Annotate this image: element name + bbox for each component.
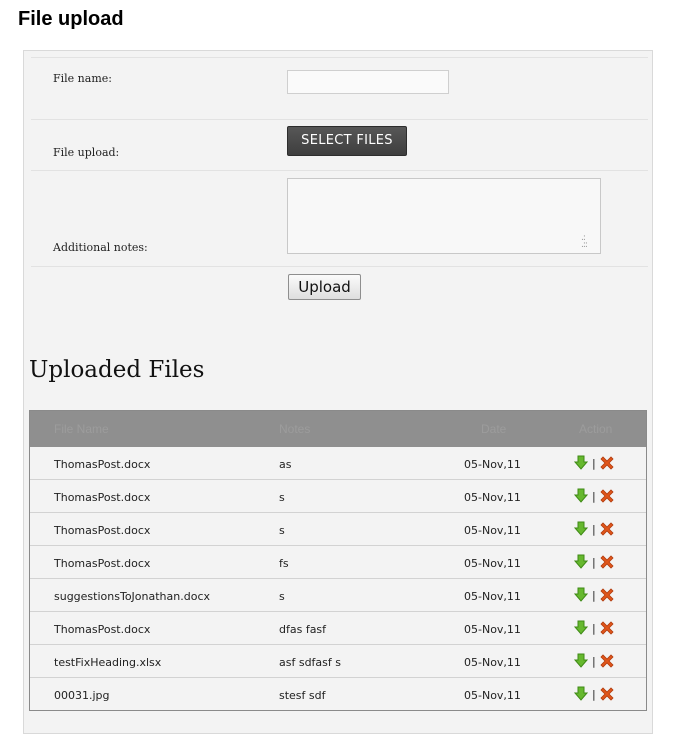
column-header-file-name[interactable]: File Name <box>54 422 109 436</box>
row-actions: | <box>574 520 615 538</box>
table-body: ThomasPost.docx as 05-Nov,11 | ThomasPos… <box>30 447 646 710</box>
column-header-notes[interactable]: Notes <box>279 422 310 436</box>
date-cell: 05-Nov,11 <box>464 623 521 636</box>
table-row: ThomasPost.docx dfas fasf 05-Nov,11 | <box>30 611 646 644</box>
notes-cell: dfas fasf <box>279 623 327 636</box>
file-name-label: File name: <box>53 72 112 85</box>
delete-x-icon[interactable] <box>599 455 615 471</box>
date-cell: 05-Nov,11 <box>464 557 521 570</box>
row-actions: | <box>574 652 615 670</box>
file-name-cell: suggestionsToJonathan.docx <box>54 590 210 603</box>
table-row: ThomasPost.docx s 05-Nov,11 | <box>30 512 646 545</box>
row-actions: | <box>574 619 615 637</box>
row-actions: | <box>574 553 615 571</box>
notes-cell: s <box>279 590 285 603</box>
date-cell: 05-Nov,11 <box>464 689 521 702</box>
file-upload-label: File upload: <box>53 146 120 159</box>
notes-label: Additional notes: <box>53 241 148 254</box>
download-arrow-icon[interactable] <box>574 620 588 636</box>
action-separator: | <box>592 687 596 701</box>
upload-row: Upload <box>31 266 648 327</box>
delete-x-icon[interactable] <box>599 686 615 702</box>
action-separator: | <box>592 456 596 470</box>
date-cell: 05-Nov,11 <box>464 656 521 669</box>
action-separator: | <box>592 489 596 503</box>
upload-panel: File name: File upload: SELECT FILES Add… <box>23 50 653 734</box>
select-files-button[interactable]: SELECT FILES <box>287 126 407 156</box>
notes-cell: s <box>279 491 285 504</box>
notes-cell: s <box>279 524 285 537</box>
date-cell: 05-Nov,11 <box>464 458 521 471</box>
row-actions: | <box>574 685 615 703</box>
notes-cell: stesf sdf <box>279 689 326 702</box>
notes-row: Additional notes: .:.:: <box>31 170 648 267</box>
download-arrow-icon[interactable] <box>574 521 588 537</box>
column-header-date[interactable]: Date <box>481 422 506 436</box>
action-separator: | <box>592 621 596 635</box>
action-separator: | <box>592 522 596 536</box>
delete-x-icon[interactable] <box>599 488 615 504</box>
download-arrow-icon[interactable] <box>574 455 588 471</box>
file-name-cell: ThomasPost.docx <box>54 557 151 570</box>
delete-x-icon[interactable] <box>599 521 615 537</box>
download-arrow-icon[interactable] <box>574 686 588 702</box>
notes-cell: fs <box>279 557 289 570</box>
action-separator: | <box>592 555 596 569</box>
file-name-cell: 00031.jpg <box>54 689 110 702</box>
action-separator: | <box>592 654 596 668</box>
date-cell: 05-Nov,11 <box>464 590 521 603</box>
file-name-row: File name: <box>31 57 648 120</box>
upload-button[interactable]: Upload <box>288 274 361 300</box>
uploaded-files-table: File Name Notes Date Action ThomasPost.d… <box>29 410 647 711</box>
row-actions: | <box>574 454 615 472</box>
delete-x-icon[interactable] <box>599 554 615 570</box>
file-name-cell: ThomasPost.docx <box>54 491 151 504</box>
download-arrow-icon[interactable] <box>574 587 588 603</box>
table-row: ThomasPost.docx as 05-Nov,11 | <box>30 447 646 479</box>
file-name-cell: ThomasPost.docx <box>54 623 151 636</box>
file-upload-row: File upload: SELECT FILES <box>31 119 648 171</box>
date-cell: 05-Nov,11 <box>464 524 521 537</box>
download-arrow-icon[interactable] <box>574 653 588 669</box>
table-row: suggestionsToJonathan.docx s 05-Nov,11 | <box>30 578 646 611</box>
delete-x-icon[interactable] <box>599 587 615 603</box>
column-header-action: Action <box>579 422 613 436</box>
file-name-cell: ThomasPost.docx <box>54 524 151 537</box>
table-row: ThomasPost.docx s 05-Nov,11 | <box>30 479 646 512</box>
file-name-cell: testFixHeading.xlsx <box>54 656 162 669</box>
file-name-cell: ThomasPost.docx <box>54 458 151 471</box>
table-row: 00031.jpg stesf sdf 05-Nov,11 | <box>30 677 646 710</box>
date-cell: 05-Nov,11 <box>464 491 521 504</box>
download-arrow-icon[interactable] <box>574 488 588 504</box>
uploaded-files-heading: Uploaded Files <box>29 357 205 383</box>
notes-cell: asf sdfasf s <box>279 656 341 669</box>
row-actions: | <box>574 487 615 505</box>
page-title: File upload <box>18 8 124 30</box>
delete-x-icon[interactable] <box>599 620 615 636</box>
notes-textarea[interactable] <box>287 178 601 254</box>
table-header: File Name Notes Date Action <box>30 411 646 447</box>
table-row: ThomasPost.docx fs 05-Nov,11 | <box>30 545 646 578</box>
action-separator: | <box>592 588 596 602</box>
delete-x-icon[interactable] <box>599 653 615 669</box>
resize-grip-icon[interactable]: .:.:: <box>581 234 595 250</box>
notes-cell: as <box>279 458 292 471</box>
file-name-input[interactable] <box>287 70 449 94</box>
download-arrow-icon[interactable] <box>574 554 588 570</box>
row-actions: | <box>574 586 615 604</box>
table-row: testFixHeading.xlsx asf sdfasf s 05-Nov,… <box>30 644 646 677</box>
